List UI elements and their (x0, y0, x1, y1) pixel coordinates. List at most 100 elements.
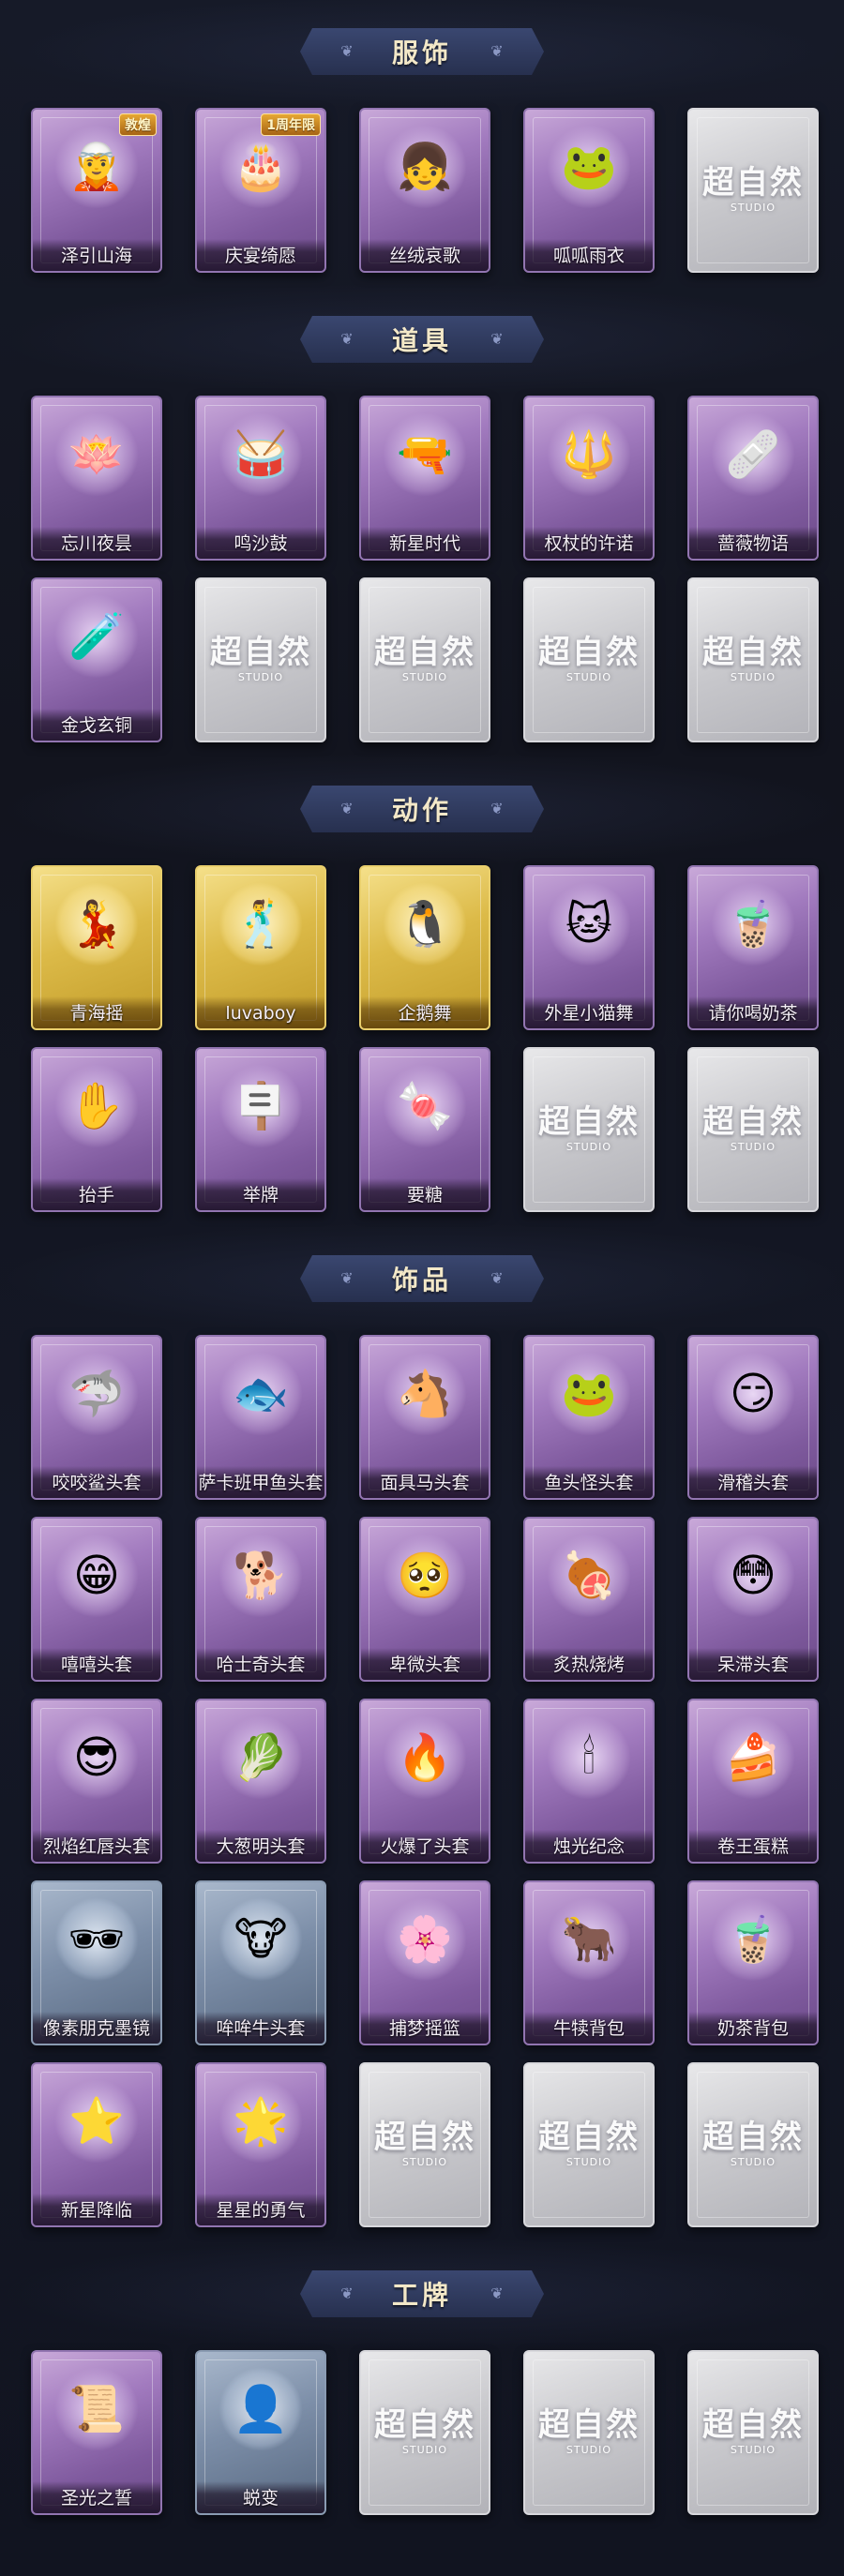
drum-icon: 🥁 (219, 412, 303, 497)
item-card[interactable]: 🕯 烛光纪念 (523, 1699, 655, 1864)
item-card[interactable]: 🐧 企鹅舞 (359, 865, 490, 1030)
item-card[interactable]: 🪷 忘川夜昙 (31, 396, 162, 561)
item-card[interactable]: 🍬 要糖 (359, 1047, 490, 1212)
item-card[interactable]: 🍰 卷王蛋糕 (687, 1699, 819, 1864)
section-header: ❦ 动作 ❦ (300, 786, 544, 832)
item-card[interactable]: 🔫 新星时代 (359, 396, 490, 561)
item-card[interactable]: 🔱 权杖的许诺 (523, 396, 655, 561)
item-label: 外星小猫舞 (525, 996, 653, 1028)
watermark-logo: 超自然 (210, 634, 311, 671)
ornament-icon: ❦ (490, 330, 504, 348)
item-label: 面具马头套 (361, 1466, 489, 1498)
item-card[interactable]: 🐕 哈士奇头套 (195, 1517, 326, 1682)
item-label: 请你喝奶茶 (689, 996, 817, 1028)
item-card[interactable]: 😁 嘻嘻头套 (31, 1517, 162, 1682)
item-card[interactable]: 🥬 大葱明头套 (195, 1699, 326, 1864)
item-card[interactable]: 🕶 像素朋克墨镜 (31, 1880, 162, 2045)
item-label: 圣光之誓 (33, 2481, 160, 2513)
empty-item-slot[interactable]: 超自然 STUDIO (687, 108, 819, 273)
item-label: 萨卡班甲鱼头套 (197, 1466, 324, 1498)
item-label: 呆滞头套 (689, 1648, 817, 1680)
watermark-sub: STUDIO (401, 671, 448, 683)
empty-item-slot[interactable]: 超自然 STUDIO (687, 2062, 819, 2227)
ornate-card-icon: 📜 (54, 2367, 139, 2451)
item-card[interactable]: 🧋 奶茶背包 (687, 1880, 819, 2045)
item-card[interactable]: 🪧 举牌 (195, 1047, 326, 1212)
item-label: 星星的勇气 (197, 2194, 324, 2225)
beg-pose-icon: 🍬 (383, 1064, 467, 1148)
item-label: 炙热烧烤 (525, 1648, 653, 1680)
item-card[interactable]: 🐸 呱呱雨衣 (523, 108, 655, 273)
empty-item-slot[interactable]: 超自然 STUDIO (687, 2350, 819, 2515)
item-card[interactable]: ✋ 抬手 (31, 1047, 162, 1212)
empty-item-slot[interactable]: 超自然 STUDIO (523, 577, 655, 742)
pikachu-head-icon: 😎 (54, 1715, 139, 1800)
section-title: 动作 (391, 795, 452, 826)
scallion-head-icon: 🥬 (219, 1715, 303, 1800)
item-card[interactable]: 🦈 咬咬鲨头套 (31, 1335, 162, 1500)
item-card[interactable]: 🔥 火爆了头套 (359, 1699, 490, 1864)
item-card[interactable]: 🥺 卑微头套 (359, 1517, 490, 1682)
watermark-logo: 超自然 (538, 1103, 640, 1141)
item-card[interactable]: 📜 圣光之誓 (31, 2350, 162, 2515)
milktea-backpack-icon: 🧋 (711, 1897, 795, 1982)
ornament-icon: ❦ (490, 42, 504, 60)
charm-pendant-icon: ⭐ (54, 2079, 139, 2164)
watermark-sub: STUDIO (237, 671, 284, 683)
item-card[interactable]: 😎 烈焰红唇头套 (31, 1699, 162, 1864)
item-card[interactable]: 👤 蜕变 (195, 2350, 326, 2515)
item-label: 卷王蛋糕 (689, 1830, 817, 1862)
item-card[interactable]: 🍖 炙热烧烤 (523, 1517, 655, 1682)
silhouette-card-icon: 👤 (219, 2367, 303, 2451)
item-card[interactable]: 👧 丝绒哀歌 (359, 108, 490, 273)
empty-item-slot[interactable]: 超自然 STUDIO (195, 577, 326, 742)
watermark-logo: 超自然 (702, 1103, 804, 1141)
item-card[interactable]: 🐸 鱼头怪头套 (523, 1335, 655, 1500)
watermark-sub: STUDIO (401, 2156, 448, 2168)
item-card[interactable]: ⭐ 新星降临 (31, 2062, 162, 2227)
item-card[interactable]: 🧪 金戈玄铜 (31, 577, 162, 742)
empty-item-slot[interactable]: 超自然 STUDIO (359, 2062, 490, 2227)
watermark-logo: 超自然 (374, 634, 475, 671)
elf-character-icon: 🧝 (54, 125, 139, 209)
dazed-face-icon: 😳 (711, 1534, 795, 1618)
empty-item-slot[interactable]: 超自然 STUDIO (523, 2062, 655, 2227)
item-label: 忘川夜昙 (33, 527, 160, 559)
dance-pose-icon: 🐧 (383, 882, 467, 966)
watermark-logo: 超自然 (702, 2119, 804, 2156)
item-card[interactable]: 😏 滑稽头套 (687, 1335, 819, 1500)
item-card[interactable]: 🧝 敦煌 泽引山海 (31, 108, 162, 273)
calf-backpack-icon: 🐂 (547, 1897, 631, 1982)
item-card[interactable]: 🐟 萨卡班甲鱼头套 (195, 1335, 326, 1500)
watermark-sub: STUDIO (401, 2444, 448, 2456)
item-card[interactable]: 🐴 面具马头套 (359, 1335, 490, 1500)
item-card[interactable]: 🐮 哞哞牛头套 (195, 1880, 326, 2045)
item-label: 权杖的许诺 (525, 527, 653, 559)
fish-head-icon: 🐟 (219, 1352, 303, 1436)
empty-item-slot[interactable]: 超自然 STUDIO (687, 577, 819, 742)
item-label: 举牌 (197, 1178, 324, 1210)
ornament-icon: ❦ (340, 330, 354, 348)
watermark-logo: 超自然 (538, 634, 640, 671)
item-card[interactable]: 🐱 外星小猫舞 (523, 865, 655, 1030)
empty-item-slot[interactable]: 超自然 STUDIO (523, 2350, 655, 2515)
empty-item-slot[interactable]: 超自然 STUDIO (687, 1047, 819, 1212)
item-card[interactable]: 🐂 牛犊背包 (523, 1880, 655, 2045)
flame-head-icon: 🔥 (383, 1715, 467, 1800)
item-card[interactable]: 🕺 luvaboy (195, 865, 326, 1030)
item-card[interactable]: 😳 呆滞头套 (687, 1517, 819, 1682)
item-card[interactable]: 🧋 请你喝奶茶 (687, 865, 819, 1030)
watermark-sub: STUDIO (730, 2156, 776, 2168)
item-card[interactable]: 🌟 星星的勇气 (195, 2062, 326, 2227)
item-card[interactable]: 🥁 鸣沙鼓 (195, 396, 326, 561)
empty-item-slot[interactable]: 超自然 STUDIO (359, 2350, 490, 2515)
item-card[interactable]: 🌸 捕梦摇篮 (359, 1880, 490, 2045)
item-card[interactable]: 🎂 1周年限 庆宴绮愿 (195, 108, 326, 273)
item-card[interactable]: 💃 青海摇 (31, 865, 162, 1030)
watermark-sub: STUDIO (730, 671, 776, 683)
empty-item-slot[interactable]: 超自然 STUDIO (523, 1047, 655, 1212)
empty-item-slot[interactable]: 超自然 STUDIO (359, 577, 490, 742)
item-label: 哈士奇头套 (197, 1648, 324, 1680)
item-card[interactable]: 🩹 蔷薇物语 (687, 396, 819, 561)
limited-badge: 敦煌 (119, 113, 157, 136)
